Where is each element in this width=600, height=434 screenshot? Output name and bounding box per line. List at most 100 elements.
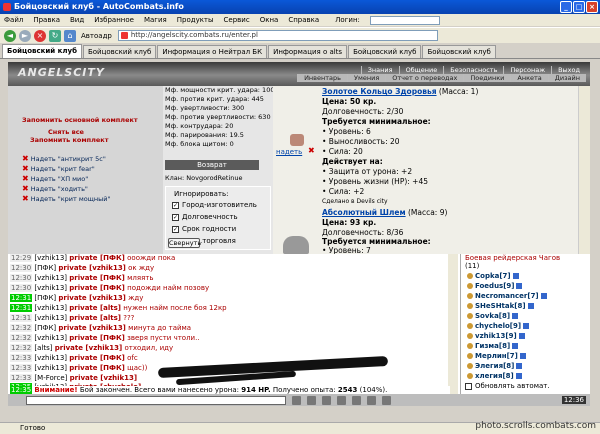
chat-private[interactable]: private [vzhik13] — [70, 374, 138, 382]
refresh-icon[interactable]: ↻ — [49, 29, 61, 42]
delete-icon[interactable]: ✖ — [22, 164, 29, 173]
menu-magic[interactable]: Магия — [144, 16, 167, 24]
chat-private[interactable]: private [ПФК] — [69, 364, 125, 372]
menu-service[interactable]: Сервис — [224, 16, 250, 24]
delete-icon[interactable]: ✖ — [22, 184, 29, 193]
smile-icon[interactable] — [337, 395, 346, 405]
ignore-option[interactable]: ✓ Долговечность — [172, 213, 238, 221]
item-name-link[interactable]: Золотое Кольцо Здоровья — [322, 87, 437, 96]
close-button[interactable]: × — [586, 1, 598, 13]
tab-1[interactable]: Бойцовский клуб — [2, 44, 82, 58]
info-icon[interactable] — [523, 323, 530, 329]
wear-set-item[interactable]: ✖ Надеть "крит мощный" — [22, 194, 110, 203]
login-field[interactable] — [369, 15, 440, 25]
tab-2[interactable]: Бойцовский клуб — [82, 45, 157, 58]
nav-design[interactable]: Дизайн — [547, 74, 586, 82]
chat-private[interactable]: private [ПФК] — [69, 354, 125, 362]
remove-all-link[interactable]: Снять все — [48, 128, 84, 136]
clear-icon[interactable] — [307, 395, 316, 405]
player-nick[interactable]: Foedus[9] — [475, 282, 514, 290]
player-item[interactable]: Copka[7] — [467, 272, 519, 280]
chat-private[interactable]: private [ПФК] — [69, 274, 125, 282]
chat-private[interactable]: private [vzhik13] — [55, 344, 123, 352]
info-icon[interactable] — [518, 333, 525, 339]
ignore-option[interactable]: ✓ Срок годности — [172, 225, 236, 233]
wear-set-item[interactable]: ✖ Надеть "антикрит 5с" — [22, 154, 106, 163]
delete-item-icon[interactable]: ✖ — [308, 146, 315, 155]
chat-private[interactable]: private [ПФК] — [69, 254, 125, 262]
menu-help[interactable]: Справка — [288, 16, 319, 24]
send-icon[interactable] — [292, 395, 301, 405]
info-icon[interactable] — [527, 303, 534, 309]
nav-inventory[interactable]: Инвентарь — [297, 74, 347, 82]
minimize-button[interactable]: _ — [560, 1, 572, 13]
player-nick[interactable]: SHeSHtak[8] — [475, 302, 526, 310]
chat-nick[interactable]: [vzhik13] — [34, 284, 67, 292]
translit-icon[interactable] — [352, 395, 361, 405]
auto-refresh-toggle[interactable]: Обновлять автомат. — [465, 382, 550, 390]
menu-products[interactable]: Продукты — [177, 16, 214, 24]
chat-nick[interactable]: [vzhik13] — [34, 304, 67, 312]
remember-set-link[interactable]: Запомнить комплект — [30, 136, 109, 144]
chat-nick[interactable]: [vzhik13] — [34, 274, 67, 282]
player-nick[interactable]: хлегия[8] — [475, 372, 514, 380]
maximize-button[interactable]: □ — [573, 1, 585, 13]
tab-5[interactable]: Бойцовский клуб — [348, 45, 422, 58]
nav-knowledge[interactable]: Знания — [360, 66, 399, 74]
player-nick[interactable]: Мерлин[7] — [475, 352, 518, 360]
chat-private[interactable]: private [vzhik13] — [58, 324, 126, 332]
back-icon[interactable]: ◄ — [4, 29, 16, 42]
info-icon[interactable] — [512, 343, 519, 349]
chat-nick[interactable]: [M-Force] — [34, 374, 67, 382]
delete-icon[interactable]: ✖ — [22, 154, 29, 163]
chat-private[interactable]: private [vzhik13] — [58, 264, 126, 272]
player-nick[interactable]: Гизма[8] — [475, 342, 510, 350]
chat-nick[interactable]: [ПФК] — [34, 264, 56, 272]
chat-private[interactable]: private [alts] — [69, 314, 121, 322]
chat-nick[interactable]: [vzhik13] — [34, 354, 67, 362]
player-item[interactable]: Foedus[9] — [467, 282, 523, 290]
exit-icon[interactable] — [382, 395, 391, 405]
chat-input[interactable] — [26, 395, 286, 405]
player-item[interactable]: Necromancer[7] — [467, 292, 547, 300]
player-nick[interactable]: Sovka[8] — [475, 312, 510, 320]
player-item[interactable]: Sovka[8] — [467, 312, 519, 320]
page-scrollbar[interactable] — [590, 62, 600, 406]
item-name-link[interactable]: Абсолютный Шлем — [322, 208, 406, 217]
wear-set-item[interactable]: ✖ Надеть "ХП мио" — [22, 174, 88, 183]
info-icon[interactable] — [512, 313, 519, 319]
menu-view[interactable]: Вид — [70, 16, 84, 24]
player-item[interactable]: Элегия[8] — [467, 362, 523, 370]
chat-nick[interactable]: [vzhik13] — [34, 314, 67, 322]
info-icon[interactable] — [516, 363, 523, 369]
checkbox-checked[interactable]: ✓ — [172, 201, 179, 209]
tab-4[interactable]: Информация о alts — [268, 45, 348, 58]
checkbox-unchecked[interactable] — [465, 382, 472, 390]
info-icon[interactable] — [540, 293, 547, 299]
chat-nick[interactable]: [vzhik13] — [34, 254, 67, 262]
nav-character[interactable]: Персонаж — [503, 66, 551, 74]
player-item[interactable]: Мерлин[7] — [467, 352, 526, 360]
inventory-scrollbar[interactable] — [578, 86, 590, 254]
return-button[interactable]: Возврат — [165, 160, 259, 170]
sound-icon[interactable] — [367, 395, 376, 405]
info-icon[interactable] — [519, 353, 526, 359]
player-nick[interactable]: Necromancer[7] — [475, 292, 539, 300]
player-item[interactable]: Гизма[8] — [467, 342, 519, 350]
delete-icon[interactable]: ✖ — [22, 174, 29, 183]
wear-set-item[interactable]: ✖ Надеть "ходить" — [22, 184, 88, 193]
player-nick[interactable]: Элегия[8] — [475, 362, 514, 370]
player-item[interactable]: хлегия[8] — [467, 372, 522, 380]
player-item[interactable]: chychelo[9] — [467, 322, 530, 330]
address-bar[interactable]: http://angelscity.combats.ru/enter.pl — [117, 30, 438, 41]
nav-skills[interactable]: Умения — [346, 74, 385, 82]
menu-file[interactable]: Файл — [4, 16, 23, 24]
menu-windows[interactable]: Окна — [260, 16, 279, 24]
forward-icon[interactable]: ► — [19, 29, 31, 42]
tab-6[interactable]: Бойцовский клуб — [422, 45, 496, 58]
nav-fights[interactable]: Поединки — [463, 74, 510, 82]
ignore-option[interactable]: ✓ Город-изготовитель — [172, 201, 257, 209]
chat-nick[interactable]: [vzhik13] — [34, 364, 67, 372]
checkbox-checked[interactable]: ✓ — [172, 213, 179, 221]
stop-icon[interactable]: × — [34, 29, 46, 42]
